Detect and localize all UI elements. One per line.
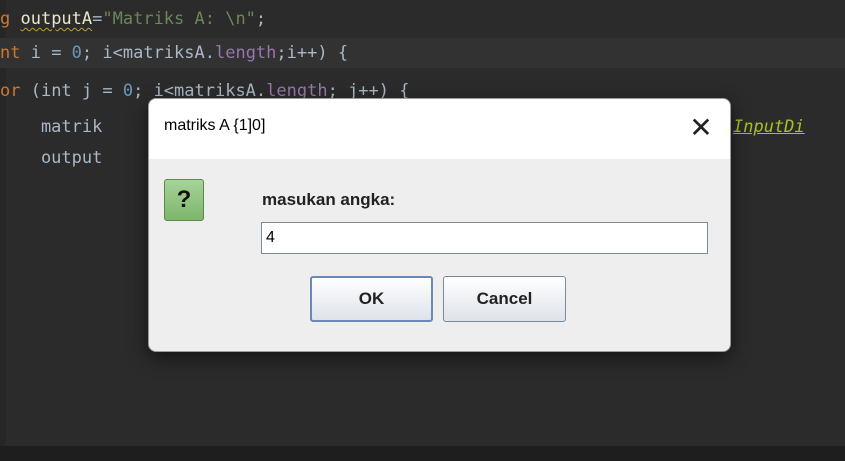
code-token: (int j = <box>30 81 123 101</box>
code-token: output <box>0 148 103 168</box>
code-line-4-tail: InputDi <box>733 112 805 142</box>
code-token: = <box>92 9 103 29</box>
question-icon: ? <box>164 179 204 221</box>
code-line-1: g outputA="Matriks A: \n"; <box>0 4 266 34</box>
status-bar <box>0 446 845 461</box>
code-token: ; <box>255 9 267 29</box>
code-token: 0 <box>71 43 82 63</box>
code-line-4: matrik <box>0 112 102 142</box>
prompt-label: masukan angka: <box>262 190 396 209</box>
code-token: g <box>0 9 21 29</box>
close-icon[interactable]: ✕ <box>684 111 718 145</box>
code-token: or <box>0 81 31 101</box>
code-token: i = <box>30 43 72 63</box>
code-token: ; i<matriksA. <box>81 43 215 63</box>
code-token: ;i++) { <box>276 43 349 63</box>
dialog-titlebar[interactable]: matriks A {1]0] ✕ <box>149 99 730 159</box>
code-token: nt <box>0 43 31 63</box>
dialog-title: matriks A {1]0] <box>164 117 266 134</box>
code-line-2: nt i = 0; i<matriksA.length;i++) { <box>0 38 348 68</box>
cancel-button[interactable]: Cancel <box>443 276 566 322</box>
code-token: 0 <box>122 81 134 101</box>
input-dialog: matriks A {1]0] ✕ ? masukan angka: OK Ca… <box>148 98 731 352</box>
code-token: matrik <box>0 117 103 137</box>
code-token: outputA <box>20 9 93 29</box>
code-token: "Matriks A: \n" <box>102 9 256 29</box>
code-token: length <box>214 43 277 63</box>
code-token: InputDi <box>733 117 805 137</box>
ok-button[interactable]: OK <box>310 276 433 322</box>
number-input[interactable] <box>261 222 708 254</box>
code-line-5: output <box>0 143 102 173</box>
